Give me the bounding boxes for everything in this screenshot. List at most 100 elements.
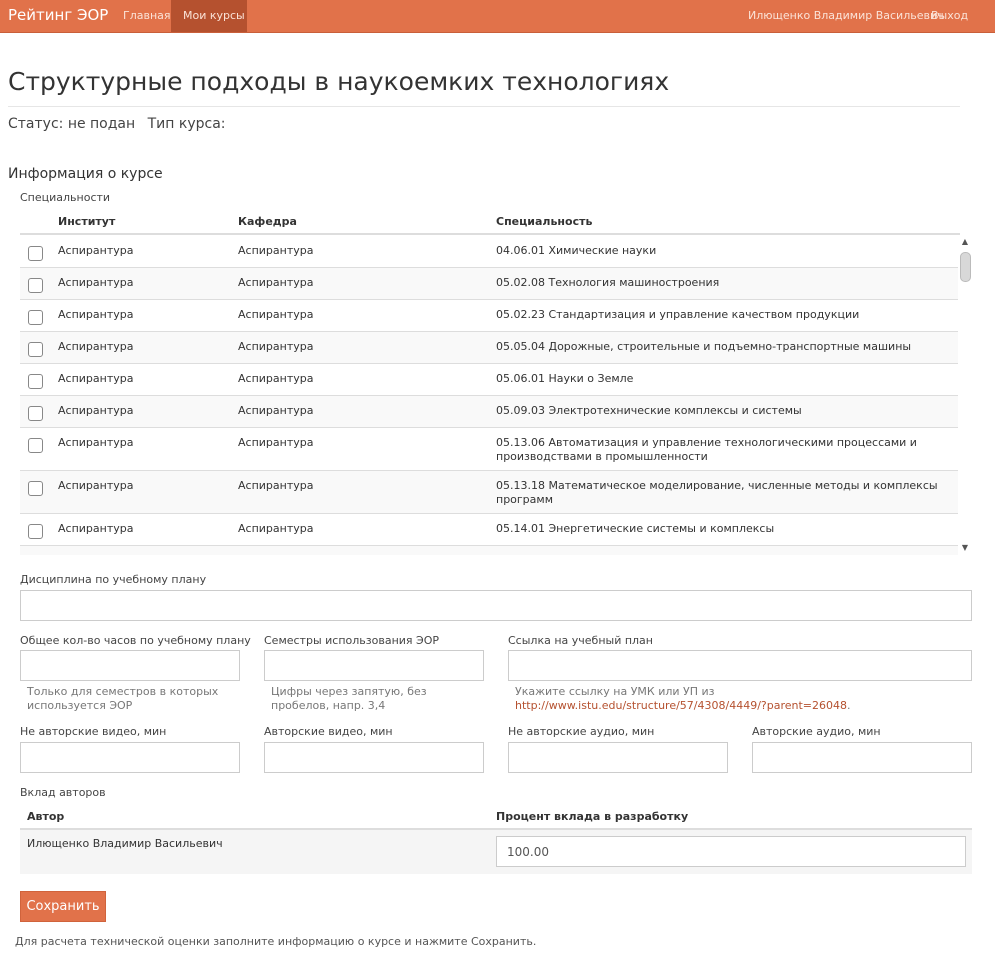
- col-percent: Процент вклада в разработку: [496, 810, 689, 823]
- course-type: Тип курса:: [147, 116, 226, 132]
- cell-specialty: 05.09.03 Электротехнические комплексы и …: [496, 404, 802, 417]
- cell-department: Аспирантура: [238, 308, 314, 321]
- col-specialty: Специальность: [496, 215, 593, 228]
- table-row: Аспирантура Аспирантура 05.13.06 Автоматиз…: [20, 428, 958, 471]
- nav-my-courses[interactable]: Мои курсы: [171, 0, 247, 32]
- cell-department: Аспирантура: [238, 276, 314, 289]
- specialty-checkbox[interactable]: [28, 524, 43, 539]
- author-video-input[interactable]: [264, 742, 484, 773]
- cell-department: Аспирантура: [238, 522, 314, 535]
- cell-department: Аспирантура: [238, 436, 314, 449]
- hours-label: Общее кол-во часов по учебному плану: [20, 634, 251, 647]
- cell-department: Аспирантура: [238, 404, 314, 417]
- author-percent-input[interactable]: [496, 836, 966, 867]
- cell-specialty: 05.13.18 Математическое моделирование, ч…: [496, 479, 938, 506]
- cell-department: Аспирантура: [238, 340, 314, 353]
- specialty-checkbox[interactable]: [28, 342, 43, 357]
- semesters-input[interactable]: [264, 650, 484, 681]
- cell-institute: Аспирантура: [58, 554, 133, 555]
- cell-specialty: 05.13.06 Автоматизация и управление техн…: [496, 436, 917, 463]
- chevron-up-icon[interactable]: ▲: [958, 236, 972, 248]
- non-author-video-label: Не авторские видео, мин: [20, 725, 167, 738]
- brand-link[interactable]: Рейтинг ЭОР: [8, 0, 108, 33]
- cell-institute: Аспирантура: [58, 479, 134, 492]
- plan-link-url[interactable]: http://www.istu.edu/structure/57/4308/44…: [515, 699, 847, 712]
- non-author-audio-input[interactable]: [508, 742, 728, 773]
- specialties-rows: Аспирантура Аспирантура 04.06.01 Химически…: [20, 236, 958, 555]
- page-title: Структурные подходы в наукоемких техноло…: [8, 67, 670, 96]
- table-row: Аспирантура Аспирантура 05.06.01 Науки о З…: [20, 364, 958, 396]
- semesters-label: Семестры использования ЭОР: [264, 634, 439, 647]
- hours-help: Только для семестров в которых используе…: [27, 685, 219, 712]
- scrollbar-thumb[interactable]: [960, 252, 971, 282]
- nav-logout[interactable]: Выход: [919, 0, 980, 32]
- course-status: Статус: не подан: [8, 116, 136, 132]
- cell-institute: Аспирантура: [58, 522, 134, 535]
- plan-link-help-suffix: .: [847, 699, 851, 712]
- specialty-checkbox[interactable]: [28, 438, 43, 453]
- plan-link-input[interactable]: [508, 650, 972, 681]
- author-audio-label: Авторские аудио, мин: [752, 725, 881, 738]
- chevron-down-icon[interactable]: ▼: [958, 542, 972, 554]
- plan-link-help-prefix: Укажите ссылку на УМК или УП из: [515, 685, 715, 698]
- save-button[interactable]: Сохранить: [20, 891, 106, 922]
- table-row: Аспирантура Аспирантура 05.13.18 Математич…: [20, 471, 958, 514]
- cell-department: Аспирантура: [238, 372, 314, 385]
- author-audio-input[interactable]: [752, 742, 972, 773]
- specialty-checkbox[interactable]: [28, 278, 43, 293]
- specialty-checkbox[interactable]: [28, 310, 43, 325]
- cell-institute: Аспирантура: [58, 308, 134, 321]
- table-row: Аспирантура Аспирантура 05.02.08 Технологи…: [20, 268, 958, 300]
- plan-link-help: Укажите ссылку на УМК или УП из http://w…: [515, 685, 895, 713]
- cell-institute: Аспирантура: [58, 276, 134, 289]
- table-row: Аспирантура Аспирантура 05.14.01 Энергетич…: [20, 514, 958, 546]
- author-name: Илющенко Владимир Васильевич: [27, 837, 223, 850]
- cell-specialty: 05.16.02 Металлургия черных, цветных и р…: [496, 546, 958, 555]
- specialties-table-header: Институт Кафедра Специальность: [20, 213, 960, 235]
- authors-label: Вклад авторов: [20, 786, 106, 799]
- cell-department: Аспирантура: [238, 554, 313, 555]
- table-row: Аспирантура Аспирантура 05.16.02 Металлург…: [20, 546, 958, 555]
- authors-table-header: Автор Процент вклада в разработку: [20, 807, 972, 830]
- cell-institute: Аспирантура: [58, 404, 134, 417]
- specialty-checkbox[interactable]: [28, 374, 43, 389]
- table-row: Аспирантура Аспирантура 04.06.01 Химически…: [20, 236, 958, 268]
- course-status-line: Статус: не подан Тип курса:: [8, 116, 234, 132]
- semesters-help: Цифры через запятую, без пробелов, напр.…: [271, 685, 427, 712]
- cell-institute: Аспирантура: [58, 436, 134, 449]
- table-row: Аспирантура Аспирантура 05.09.03 Электроте…: [20, 396, 958, 428]
- section-title-info: Информация о курсе: [8, 166, 163, 182]
- plan-link-label: Ссылка на учебный план: [508, 634, 653, 647]
- discipline-input[interactable]: [20, 590, 972, 621]
- cell-institute: Аспирантура: [58, 340, 134, 353]
- cell-institute: Аспирантура: [58, 244, 134, 257]
- col-department: Кафедра: [238, 215, 297, 228]
- specialty-checkbox[interactable]: [28, 246, 43, 261]
- navbar: Рейтинг ЭОР Главная Мои курсы Илющенко В…: [0, 0, 995, 33]
- table-row: Илющенко Владимир Васильевич: [20, 830, 972, 874]
- cell-specialty: 05.02.23 Стандартизация и управление кач…: [496, 308, 860, 321]
- cell-specialty: 05.02.08 Технология машиностроения: [496, 276, 720, 289]
- cell-specialty: 05.14.01 Энергетические системы и компле…: [496, 522, 775, 535]
- cell-specialty: 05.06.01 Науки о Земле: [496, 372, 634, 385]
- cell-specialty: 05.05.04 Дорожные, строительные и подъем…: [496, 340, 912, 353]
- cell-department: Аспирантура: [238, 479, 314, 492]
- non-author-audio-label: Не авторские аудио, мин: [508, 725, 655, 738]
- footer-note: Для расчета технической оценки заполните…: [15, 935, 537, 948]
- col-author: Автор: [27, 810, 65, 823]
- table-row: Аспирантура Аспирантура 05.02.23 Стандарти…: [20, 300, 958, 332]
- specialty-checkbox[interactable]: [28, 481, 43, 496]
- specialties-table-body[interactable]: Аспирантура Аспирантура 04.06.01 Химически…: [20, 236, 972, 555]
- table-row: Аспирантура Аспирантура 05.05.04 Дорожные,…: [20, 332, 958, 364]
- discipline-label: Дисциплина по учебному плану: [20, 573, 207, 586]
- cell-specialty: 04.06.01 Химические науки: [496, 244, 657, 257]
- specialty-checkbox[interactable]: [28, 406, 43, 421]
- title-divider: [8, 106, 960, 107]
- cell-department: Аспирантура: [238, 244, 314, 257]
- hours-input[interactable]: [20, 650, 240, 681]
- specialties-scrollbar[interactable]: ▲ ▼: [958, 236, 972, 555]
- author-video-label: Авторские видео, мин: [264, 725, 393, 738]
- specialties-label: Специальности: [20, 191, 111, 204]
- cell-institute: Аспирантура: [58, 372, 134, 385]
- non-author-video-input[interactable]: [20, 742, 240, 773]
